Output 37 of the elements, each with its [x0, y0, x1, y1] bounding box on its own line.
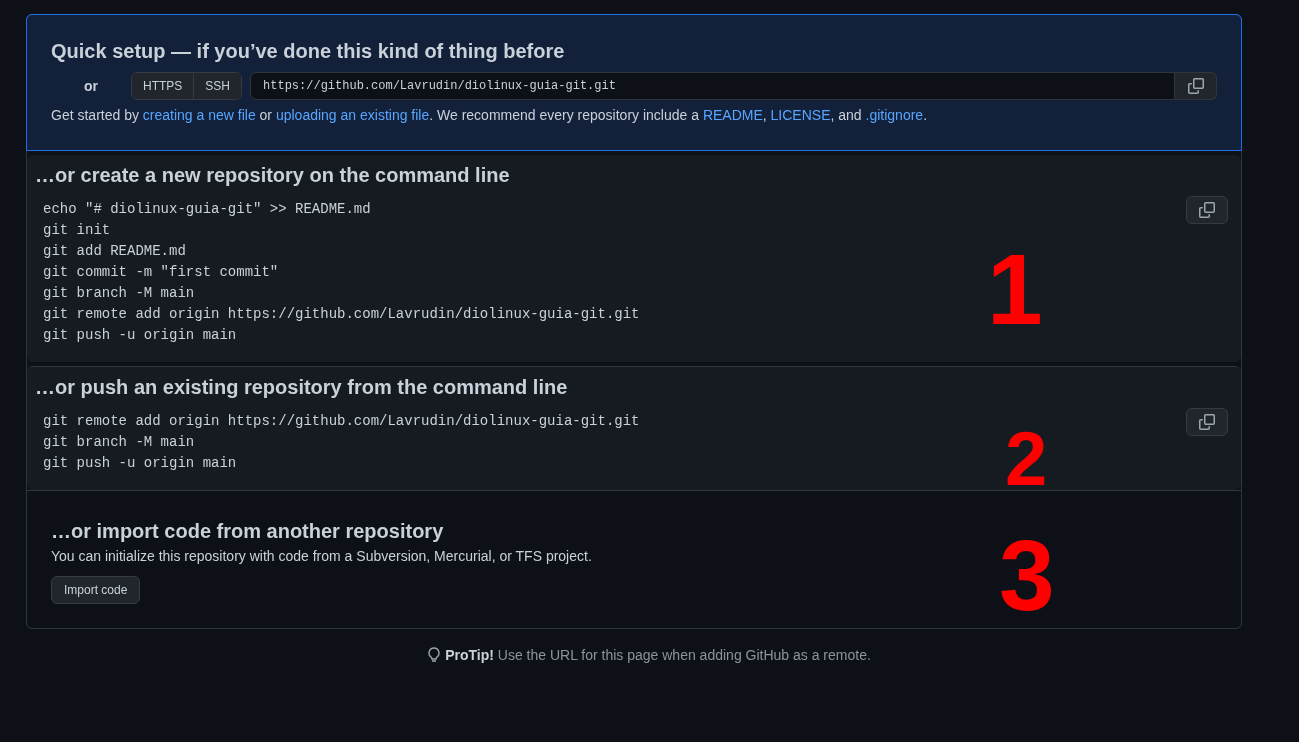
code-line: git push -u origin main [43, 327, 237, 343]
copy-icon [1187, 78, 1204, 94]
annotation-number: 2 [1005, 421, 1048, 497]
annotation-number: 3 [999, 525, 1055, 625]
copy-button[interactable] [1175, 72, 1217, 100]
code-line: git commit -m "first commit" [43, 264, 279, 280]
protocol-button[interactable]: SSH [193, 73, 242, 99]
section-title: …or import code from another repository [51, 519, 445, 543]
description-text: You can initialize this repository with code from a Subversion, Mercurial, or TFS project. [51, 548, 593, 564]
copy-button[interactable] [1186, 196, 1228, 224]
section-title: …or push an existing repository from the command line [35, 375, 569, 399]
intro-text: Get started by creating a new file or uploading an existing file. We recommend every repository include a README, LICENSE, and .gitignore. [51, 107, 928, 123]
copy-icon [1199, 202, 1215, 218]
code-line: git remote add origin https://github.com/Lavrudin/diolinux-guia-git.git [43, 413, 640, 429]
import-code-button[interactable]: Import code [51, 576, 141, 604]
link[interactable]: uploading an existing file [275, 107, 430, 123]
annotation-number: 1 [987, 239, 1043, 339]
copy-button[interactable] [1186, 408, 1228, 436]
link[interactable]: creating a new file [142, 107, 256, 123]
code-line: git branch -M main [43, 434, 195, 450]
code-line: echo "# diolinux-guia-git" >> README.md [43, 201, 371, 217]
code-line: git branch -M main [43, 285, 195, 301]
code-line: git push -u origin main [43, 455, 237, 471]
copy-icon [1199, 414, 1215, 430]
lightbulb-icon [428, 647, 441, 663]
code-line: git add README.md [43, 243, 186, 259]
link[interactable]: .gitignore [865, 107, 924, 123]
section-title: …or create a new repository on the command line [35, 163, 511, 187]
clone-url-field[interactable]: https://github.com/Lavrudin/diolinux-guia-git.git [250, 72, 1175, 100]
section-title: Quick setup — if you’ve done this kind of thing before [51, 39, 566, 63]
link[interactable]: LICENSE [770, 107, 831, 123]
or-label: or [83, 78, 99, 94]
protocol-button[interactable]: HTTPS [132, 73, 194, 99]
code-line: git init [43, 222, 111, 238]
code-line: git remote add origin https://github.com/Lavrudin/diolinux-guia-git.git [43, 306, 640, 322]
protip-text: ProTip! Use the URL for this page when adding GitHub as a remote. [445, 647, 871, 663]
link[interactable]: README [702, 107, 763, 123]
